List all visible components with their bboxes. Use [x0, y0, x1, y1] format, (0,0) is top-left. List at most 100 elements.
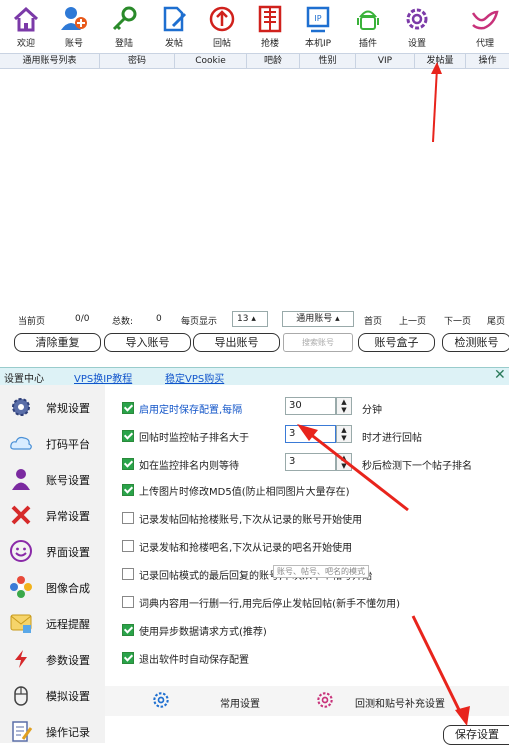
message-icon [10, 614, 32, 633]
first-page-link[interactable]: 首页 [364, 314, 382, 327]
toolbar-local-ip[interactable]: IP 本机IP [294, 0, 342, 52]
clear-duplicates-button[interactable]: 清除重复 [14, 333, 101, 352]
check-accounts-button[interactable]: 检测账号 [442, 333, 509, 352]
account-table-header: 通用账号列表 密码 Cookie 吧龄 性别 VIP 发帖量 操作 [0, 53, 509, 69]
notepad-icon [12, 721, 33, 742]
current-page-label: 当前页 [18, 317, 46, 327]
column-header[interactable]: Cookie [175, 54, 247, 68]
settings-header: 设置中心 VPS换IP教程 稳定VPS购买 ✕ [0, 367, 509, 385]
stepper-arrows[interactable]: ▲ ▼ [336, 453, 352, 471]
home-icon [13, 6, 39, 32]
toolbar-settings[interactable]: 设置 [393, 0, 441, 52]
checkbox[interactable] [122, 458, 134, 470]
toolbar-grab[interactable]: 抢楼 [246, 0, 294, 52]
pager-bar: 当前页 0/0 总数: 0 每页显示 13 ▴ 通用账号 ▴ 首页 上一页 下一… [0, 310, 509, 330]
column-header[interactable]: 吧龄 [247, 54, 300, 68]
total-value: 0 [156, 314, 162, 324]
arrow-to-settings [432, 67, 438, 143]
checkbox[interactable] [122, 568, 134, 580]
checkbox[interactable] [122, 512, 134, 524]
save-settings-button[interactable]: 保存设置 [443, 725, 509, 745]
option-async[interactable]: 使用异步数据请求方式(推荐) [122, 623, 267, 638]
option-record-accounts[interactable]: 记录发帖回帖抢楼账号,下次从记录的账号开始使用 [122, 511, 362, 526]
sidebar-item-interface[interactable]: 界面设置 [0, 533, 105, 569]
toolbar-post[interactable]: 发帖 [150, 0, 198, 52]
option-monitor-rank[interactable]: 回帖时监控帖子排名大于 [122, 429, 249, 444]
checkbox[interactable] [122, 596, 134, 608]
prev-page-link[interactable]: 上一页 [399, 314, 426, 327]
stepper-arrows[interactable]: ▲ ▼ [336, 425, 352, 443]
wait-seconds-input[interactable]: 3 [285, 453, 336, 471]
vps-tutorial-link[interactable]: VPS换IP教程 [74, 370, 132, 385]
last-page-link[interactable]: 尾页 [487, 314, 505, 327]
key-icon [112, 6, 137, 31]
checkbox[interactable] [122, 402, 134, 414]
account-box-button[interactable]: 账号盒子 [358, 333, 435, 352]
sidebar-item-exception[interactable]: 异常设置 [0, 497, 105, 533]
reply-condition-label: 时才进行回帖 [362, 433, 422, 444]
option-dictionary[interactable]: 词典内容用一行删一行,用完后停止发帖回帖(新手不懂勿用) [122, 595, 400, 610]
tooltip: 账号、帖号、吧名的模式 [273, 565, 369, 578]
per-page-label: 每页显示 [181, 317, 218, 327]
option-wait-in-rank[interactable]: 如在监控排名内则等待 [122, 457, 239, 472]
settings-bottom-tabs: 常用设置 回测和贴号补充设置 [105, 686, 509, 716]
option-auto-save[interactable]: 启用定时保存配置,每隔 [122, 401, 242, 416]
tab-general-settings[interactable]: 常用设置 [220, 695, 260, 710]
checkbox[interactable] [122, 430, 134, 442]
sidebar-item-general[interactable]: 常规设置 [0, 389, 105, 425]
gear-icon [12, 398, 30, 416]
vps-buy-link[interactable]: 稳定VPS购买 [165, 370, 224, 385]
import-accounts-button[interactable]: 导入账号 [104, 333, 191, 352]
checkbox[interactable] [122, 652, 134, 664]
tab-extra-settings[interactable]: 回测和贴号补充设置 [355, 695, 445, 710]
smiley-icon [10, 540, 32, 562]
cloud-icon [10, 436, 32, 450]
export-accounts-button[interactable]: 导出账号 [193, 333, 280, 352]
mouse-icon [14, 686, 28, 706]
pointer-icon [15, 650, 27, 668]
column-header[interactable]: 性别 [300, 54, 356, 68]
sidebar-item-params[interactable]: 参数设置 [0, 641, 105, 677]
toolbar-reply[interactable]: 回帖 [198, 0, 246, 52]
sidebar-item-remote[interactable]: 远程提醒 [0, 605, 105, 641]
checkbox[interactable] [122, 624, 134, 636]
search-account-input[interactable]: 搜索账号 [283, 333, 353, 352]
column-header[interactable]: 通用账号列表 [0, 54, 100, 68]
monitor-rank-input[interactable]: 3 [285, 425, 336, 443]
account-type-select[interactable]: 通用账号 ▴ [282, 311, 354, 327]
sidebar-item-image[interactable]: 图像合成 [0, 569, 105, 605]
toolbar-login[interactable]: 登陆 [100, 0, 148, 52]
column-header[interactable]: 密码 [100, 54, 175, 68]
column-header[interactable]: 发帖量 [415, 54, 466, 68]
column-header[interactable]: 操作 [466, 54, 509, 68]
toolbar-proxy[interactable]: 代理 [461, 0, 509, 52]
column-header[interactable]: VIP [356, 54, 415, 68]
svg-text:IP: IP [314, 14, 321, 23]
sidebar-item-log[interactable]: 操作记录 [0, 713, 105, 749]
gear-icon [153, 692, 169, 708]
sidebar-item-simulate[interactable]: 模拟设置 [0, 677, 105, 713]
option-save-on-exit[interactable]: 退出软件时自动保存配置 [122, 651, 249, 666]
close-icon[interactable]: ✕ [494, 367, 506, 383]
per-page-stepper[interactable]: 13 ▴ [232, 311, 268, 327]
total-label: 总数: [112, 317, 134, 327]
toolbar-account[interactable]: 账号 [50, 0, 98, 52]
settings-sidebar: 常规设置 打码平台 账号设置 异常设置 界面设置 图像合成 远程提醒 参数设置 … [0, 385, 105, 743]
option-record-bars[interactable]: 记录发帖和抢楼吧名,下次从记录的吧名开始使用 [122, 539, 352, 554]
sidebar-item-captcha[interactable]: 打码平台 [0, 425, 105, 461]
toolbar: 欢迎 账号 登陆 发帖 回帖 抢楼 IP 本机IP 插件 设置 代理 [0, 0, 509, 52]
ip-icon: IP [306, 6, 330, 33]
cross-icon [11, 505, 31, 525]
stepper-arrows[interactable]: ▲ ▼ [336, 397, 352, 415]
auto-save-interval-input[interactable]: 30 [285, 397, 336, 415]
sidebar-item-account[interactable]: 账号设置 [0, 461, 105, 497]
toolbar-welcome[interactable]: 欢迎 [2, 0, 50, 52]
gear-icon [406, 8, 428, 30]
toolbar-plugin[interactable]: 插件 [344, 0, 392, 52]
add-user-icon [61, 7, 87, 30]
checkbox[interactable] [122, 484, 134, 496]
wait-seconds-label: 秒后检测下一个帖子排名 [362, 461, 472, 472]
next-page-link[interactable]: 下一页 [444, 314, 471, 327]
option-md5[interactable]: 上传图片时修改MD5值(防止相同图片大量存在) [122, 483, 350, 498]
checkbox[interactable] [122, 540, 134, 552]
